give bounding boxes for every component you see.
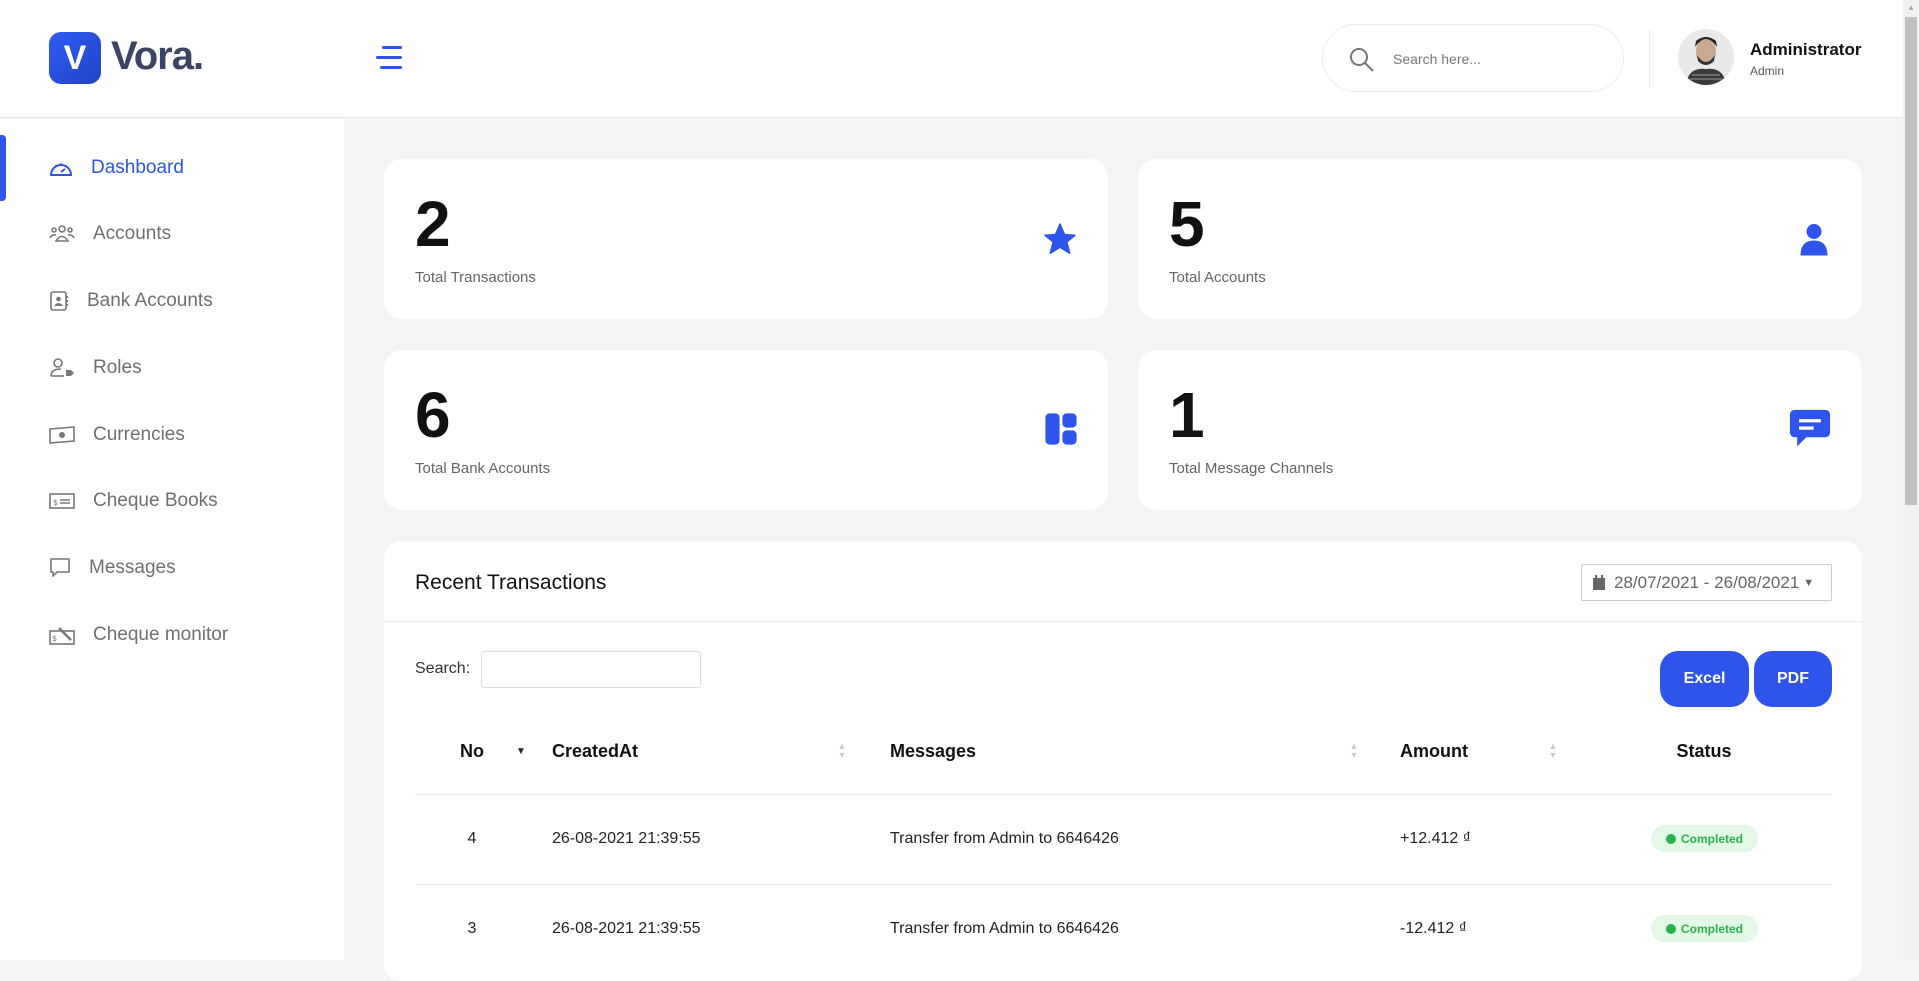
date-range-picker[interactable]: 28/07/2021 - 26/08/2021 ▼	[1581, 564, 1832, 601]
stat-label: Total Bank Accounts	[415, 460, 551, 477]
search-input[interactable]	[1393, 45, 1603, 73]
sidebar-item-label: Roles	[93, 357, 142, 378]
sidebar-item-cheque-books[interactable]: $ Cheque Books	[0, 476, 344, 526]
recent-transactions-card: Recent Transactions 28/07/2021 - 26/08/2…	[384, 541, 1862, 981]
brand-name[interactable]: Vora.	[111, 34, 204, 79]
cell-created-at: 26-08-2021 21:39:55	[552, 920, 701, 937]
stat-card-total-bank-accounts: 6 Total Bank Accounts	[384, 350, 1108, 510]
card-title: Recent Transactions	[415, 571, 607, 594]
contact-book-icon	[50, 291, 68, 311]
sidebar-item-label: Currencies	[93, 424, 185, 445]
export-pdf-button[interactable]: PDF	[1754, 651, 1832, 707]
stat-card-total-message-channels: 1 Total Message Channels	[1138, 350, 1862, 510]
stat-value: 1	[1169, 379, 1205, 451]
status-badge: Completed	[1651, 915, 1758, 942]
header-divider	[1649, 30, 1650, 88]
avatar[interactable]	[1678, 29, 1734, 85]
cell-amount: -12.412 ₫	[1400, 920, 1467, 937]
hamburger-menu-icon[interactable]	[376, 46, 402, 70]
user-role: Admin	[1750, 64, 1785, 78]
star-icon	[1044, 223, 1076, 254]
status-text: Completed	[1680, 831, 1743, 846]
chat-icon	[1789, 409, 1831, 447]
dashboard-tiles-icon	[1045, 413, 1077, 445]
table-header-divider	[415, 794, 1832, 795]
column-header-no[interactable]: No	[460, 741, 484, 762]
user-tag-icon	[50, 358, 74, 377]
table-search-input[interactable]	[481, 651, 701, 688]
users-icon	[49, 225, 75, 242]
cell-amount: +12.412 ₫	[1400, 830, 1471, 847]
sort-icon[interactable]: ▲ ▼	[1547, 742, 1559, 760]
dashboard-gauge-icon	[49, 163, 73, 176]
stat-card-total-accounts: 5 Total Accounts	[1138, 159, 1862, 319]
cell-created-at: 26-08-2021 21:39:55	[552, 830, 701, 847]
sidebar-item-label: Dashboard	[91, 157, 184, 178]
cell-message: Transfer from Admin to 6646426	[890, 920, 1119, 937]
sidebar-item-label: Cheque Books	[93, 490, 218, 511]
cell-message: Transfer from Admin to 6646426	[890, 830, 1119, 847]
header-search[interactable]	[1322, 24, 1624, 92]
cell-no: 4	[467, 830, 477, 847]
export-excel-button[interactable]: Excel	[1660, 651, 1749, 707]
cheque-icon: $	[49, 493, 75, 509]
sidebar-item-messages[interactable]: Messages	[0, 543, 344, 593]
sidebar-item-label: Bank Accounts	[87, 290, 213, 311]
sidebar-item-label: Accounts	[93, 223, 172, 244]
sidebar-item-label: Cheque monitor	[93, 624, 229, 645]
sidebar-item-bank-accounts[interactable]: Bank Accounts	[0, 276, 344, 326]
message-icon	[50, 558, 70, 577]
sidebar-item-currencies[interactable]: Currencies	[0, 410, 344, 460]
banknote-icon	[49, 426, 75, 444]
top-header: V Vora. Administrator Admin	[0, 0, 1903, 118]
search-icon	[1350, 48, 1374, 72]
stat-value: 2	[415, 188, 451, 260]
calendar-icon	[1593, 574, 1605, 590]
column-header-createdat[interactable]: CreatedAt	[552, 741, 638, 762]
stat-card-total-transactions: 2 Total Transactions	[384, 159, 1108, 319]
sort-icon[interactable]: ▲ ▼	[836, 742, 848, 760]
sidebar-item-accounts[interactable]: Accounts	[0, 209, 344, 259]
status-badge: Completed	[1651, 825, 1758, 852]
caret-down-icon: ▼	[1803, 576, 1815, 589]
scroll-up-arrow-icon[interactable]: ▲	[1903, 0, 1919, 16]
sidebar-item-roles[interactable]: Roles	[0, 343, 344, 393]
stat-label: Total Transactions	[415, 269, 536, 286]
svg-text:$: $	[52, 634, 57, 643]
table-search-label: Search:	[415, 660, 471, 677]
divider	[384, 621, 1862, 622]
status-dot-icon	[1665, 833, 1676, 844]
sort-icon[interactable]: ▲ ▼	[1348, 742, 1360, 760]
sidebar: Dashboard Accounts Bank Accounts Roles C…	[0, 119, 344, 960]
stat-label: Total Message Channels	[1169, 460, 1334, 477]
sidebar-item-label: Messages	[89, 557, 176, 578]
sort-desc-icon[interactable]: ▼	[515, 747, 527, 765]
stat-label: Total Accounts	[1169, 269, 1266, 286]
stat-value: 5	[1169, 188, 1205, 260]
sidebar-item-cheque-monitor[interactable]: $ Cheque monitor	[0, 610, 344, 660]
stat-value: 6	[415, 379, 451, 451]
user-icon	[1800, 224, 1828, 256]
column-header-status[interactable]: Status	[1654, 741, 1754, 762]
column-header-amount[interactable]: Amount	[1400, 741, 1468, 762]
cheque-sign-icon: $	[49, 627, 75, 645]
sidebar-item-dashboard[interactable]: Dashboard	[0, 143, 344, 193]
user-name[interactable]: Administrator	[1750, 40, 1861, 60]
status-text: Completed	[1680, 921, 1743, 936]
logo-icon[interactable]: V	[49, 32, 101, 84]
status-dot-icon	[1665, 923, 1676, 934]
svg-text:$: $	[53, 498, 58, 507]
active-indicator	[0, 135, 6, 201]
row-divider	[415, 884, 1832, 885]
scrollbar-thumb[interactable]	[1905, 17, 1917, 505]
date-range-value: 28/07/2021 - 26/08/2021	[1614, 572, 1800, 592]
cell-no: 3	[467, 920, 477, 937]
column-header-messages[interactable]: Messages	[890, 741, 976, 762]
